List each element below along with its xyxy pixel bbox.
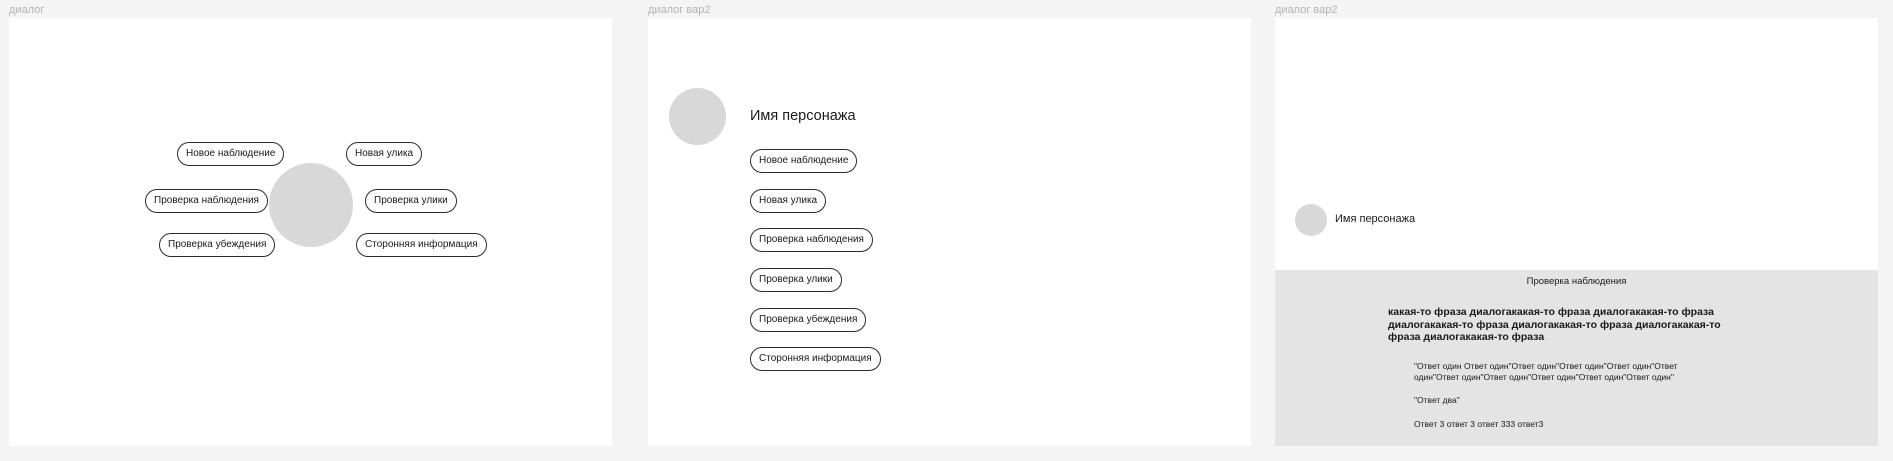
frame-label-dialog-var2-panel: диалог вар2: [1275, 4, 1338, 16]
frame-dialog-var2-panel: Имя персонажа Проверка наблюдения какая-…: [1275, 18, 1878, 446]
option-check-belief[interactable]: Проверка убеждения: [750, 308, 867, 332]
frame-dialog-var2: Имя персонажа Новое наблюдение Новая ули…: [648, 18, 1251, 446]
option-check-observation[interactable]: Проверка наблюдения: [750, 228, 873, 252]
option-side-info[interactable]: Сторонняя информация: [750, 347, 881, 371]
option-new-observation[interactable]: Новое наблюдение: [750, 149, 858, 173]
frame-label-dialog: диалог: [9, 4, 45, 16]
option-check-observation[interactable]: Проверка наблюдения: [145, 189, 268, 213]
dialog-panel: Проверка наблюдения какая-то фраза диало…: [1275, 270, 1878, 446]
character-name: Имя персонажа: [750, 108, 856, 124]
option-new-evidence[interactable]: Новая улика: [750, 189, 827, 213]
option-new-observation[interactable]: Новое наблюдение: [177, 142, 285, 166]
answer-option-3[interactable]: Ответ 3 ответ 3 ответ 333 ответ3: [1414, 419, 1543, 430]
character-avatar: [669, 88, 726, 145]
option-check-evidence[interactable]: Проверка улики: [750, 268, 842, 292]
character-avatar: [269, 163, 353, 247]
character-avatar: [1295, 204, 1327, 236]
frame-dialog: Новое наблюдение Новая улика Проверка на…: [9, 18, 612, 446]
character-name: Имя персонажа: [1335, 213, 1416, 225]
dialog-phrase: какая-то фраза диалогакакая-то фраза диа…: [1388, 306, 1721, 343]
option-new-evidence[interactable]: Новая улика: [346, 142, 423, 166]
option-check-belief[interactable]: Проверка убеждения: [159, 233, 276, 257]
answer-option-2[interactable]: "Ответ два": [1414, 395, 1460, 406]
option-check-evidence[interactable]: Проверка улики: [365, 189, 457, 213]
frame-label-dialog-var2: диалог вар2: [648, 4, 711, 16]
option-side-info[interactable]: Сторонняя информация: [356, 233, 487, 257]
answer-option-1[interactable]: "Ответ один Ответ один"Ответ один"Ответ …: [1414, 361, 1704, 383]
dialog-panel-title: Проверка наблюдения: [1526, 276, 1627, 287]
